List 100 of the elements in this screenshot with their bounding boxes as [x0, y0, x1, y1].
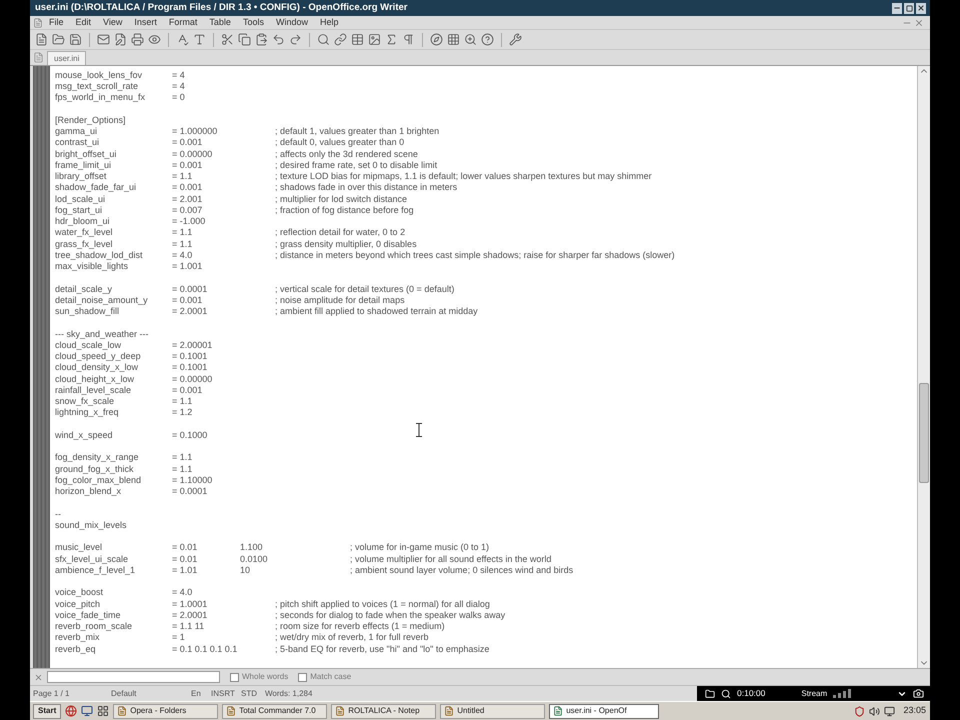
- taskbar-button[interactable]: ROLTALICA - Notep: [331, 704, 436, 718]
- menu-item[interactable]: Edit: [76, 16, 92, 30]
- spellcheck-icon[interactable]: [176, 33, 189, 46]
- setting-key: grass_fx_level: [55, 238, 113, 249]
- setting-key: rainfall_level_scale: [55, 384, 132, 395]
- setting-value: = 0.001: [172, 182, 202, 192]
- recorder-label: Stream: [801, 688, 828, 700]
- setting-key: cloud_density_x_low: [55, 362, 138, 372]
- vertical-scrollbar[interactable]: [917, 66, 930, 668]
- setting-value: = 0.001: [172, 384, 202, 395]
- pilcrow-icon[interactable]: [402, 33, 415, 46]
- eye-icon[interactable]: [148, 33, 161, 46]
- setting-comment: ; ambient fill applied to shadowed terrain at midday: [275, 305, 478, 318]
- minimize-button[interactable]: [892, 2, 902, 14]
- taskbar-button[interactable]: Opera - Folders: [113, 704, 218, 718]
- setting-value: = 4: [172, 70, 185, 80]
- setting-value: = 0.0001: [172, 284, 208, 294]
- document-icon[interactable]: [35, 33, 48, 46]
- save-icon[interactable]: [69, 33, 82, 46]
- setting-comment: ; default 0, values greater than 0: [275, 136, 404, 150]
- setting-value: = 1.1: [172, 171, 192, 182]
- search-icon[interactable]: [721, 688, 731, 698]
- setting-comment: ; 5-band EQ for reverb, use "hi" and "lo" to emphasize: [275, 642, 490, 656]
- setting-value: = 1.1: [172, 238, 192, 249]
- link-icon[interactable]: [334, 33, 347, 46]
- close-icon[interactable]: [914, 18, 924, 28]
- close-button[interactable]: [916, 2, 926, 14]
- document-icon[interactable]: [33, 18, 43, 28]
- setting-key: fog_color_max_blend: [55, 474, 142, 485]
- taskbar-button[interactable]: Total Commander 7.0: [222, 704, 328, 718]
- menu-item[interactable]: View: [103, 16, 122, 30]
- setting-key: shadow_fade_far_ui: [55, 182, 136, 192]
- recording-time: 0:10:00: [737, 687, 766, 700]
- setting-key: reverb_eq: [55, 644, 96, 654]
- printer-icon[interactable]: [131, 33, 144, 46]
- checkbox[interactable]: [298, 672, 308, 682]
- wrench-icon[interactable]: [509, 33, 522, 46]
- menu-item[interactable]: Insert: [134, 16, 157, 30]
- monitor-icon[interactable]: [81, 705, 94, 717]
- setting-value: = 0.00000: [172, 374, 212, 384]
- maximize-button[interactable]: [904, 2, 914, 14]
- setting-value: = 1.10000: [172, 474, 212, 485]
- setting-comment: ; texture LOD bias for mipmaps, 1.1 is default; lower values sharpen textures but may shimmer: [275, 170, 652, 184]
- menu-item[interactable]: File: [49, 16, 64, 30]
- setting-key: music_level: [55, 542, 102, 552]
- text-icon[interactable]: [193, 33, 206, 46]
- search-field[interactable]: [47, 671, 220, 683]
- setting-value: = 0.001: [172, 137, 202, 148]
- menu-item[interactable]: Format: [168, 16, 198, 30]
- copy-icon[interactable]: [238, 33, 251, 46]
- grid-icon[interactable]: [447, 33, 460, 46]
- taskbar-button[interactable]: user.ini - OpenOf: [549, 704, 660, 718]
- text-line: --: [55, 508, 61, 521]
- menu-item[interactable]: Table: [209, 16, 231, 30]
- monitor-icon[interactable]: [884, 706, 896, 716]
- setting-value: = 1.1: [172, 396, 192, 406]
- grid-icon[interactable]: [97, 705, 110, 717]
- setting-value: = 1.000000: [172, 126, 218, 136]
- zoom-in-icon[interactable]: [464, 33, 477, 46]
- camera-icon[interactable]: [913, 688, 924, 699]
- scrollbar-thumb[interactable]: [919, 383, 929, 483]
- setting-comment: ; volume for in-game music (0 to 1): [350, 541, 490, 554]
- image-icon[interactable]: [368, 33, 381, 46]
- sigma-icon[interactable]: [385, 33, 398, 46]
- paste-icon[interactable]: [255, 33, 268, 46]
- redo-icon[interactable]: [289, 33, 302, 46]
- setting-value: = 0.007: [172, 204, 202, 215]
- menu-item[interactable]: Tools: [242, 16, 264, 30]
- setting-key: sun_shadow_fill: [55, 306, 120, 316]
- setting-key: water_fx_level: [55, 227, 113, 238]
- setting-value: 0.0100: [240, 554, 268, 564]
- setting-value: = 1: [172, 632, 185, 642]
- mail-icon[interactable]: [97, 33, 110, 46]
- setting-value: 1.100: [240, 542, 263, 552]
- compass-icon[interactable]: [430, 33, 443, 46]
- menu-item[interactable]: Help: [320, 16, 338, 30]
- speaker-icon[interactable]: [869, 706, 880, 716]
- checkbox[interactable]: [230, 672, 239, 682]
- globe-icon[interactable]: [65, 705, 78, 717]
- shield-icon[interactable]: [854, 706, 866, 716]
- setting-key: horizon_blend_x: [55, 486, 122, 496]
- setting-key: mouse_look_lens_fov: [55, 70, 142, 80]
- scissors-icon[interactable]: [221, 33, 234, 46]
- taskbar-button[interactable]: Untitled: [440, 704, 546, 718]
- document-icon: [335, 706, 346, 716]
- table-icon[interactable]: [351, 33, 364, 46]
- file-pen-icon[interactable]: [114, 33, 127, 46]
- undo-icon[interactable]: [272, 33, 285, 46]
- page-indicator: Page 1 / 1: [33, 688, 70, 698]
- document-tab[interactable]: user.ini: [47, 51, 86, 65]
- document-icon: [33, 52, 44, 63]
- setting-value: = 0.1001: [172, 351, 208, 362]
- menu-item[interactable]: Window: [276, 16, 308, 30]
- help-icon[interactable]: [481, 33, 494, 46]
- close-icon[interactable]: [34, 672, 43, 682]
- start-button[interactable]: Start: [33, 704, 62, 718]
- setting-value: = 2.0001: [172, 610, 208, 620]
- setting-key: cloud_speed_y_deep: [55, 351, 141, 362]
- setting-value: = 1.1: [172, 227, 192, 238]
- setting-comment: ; affects only the 3d rendered scene: [275, 148, 418, 161]
